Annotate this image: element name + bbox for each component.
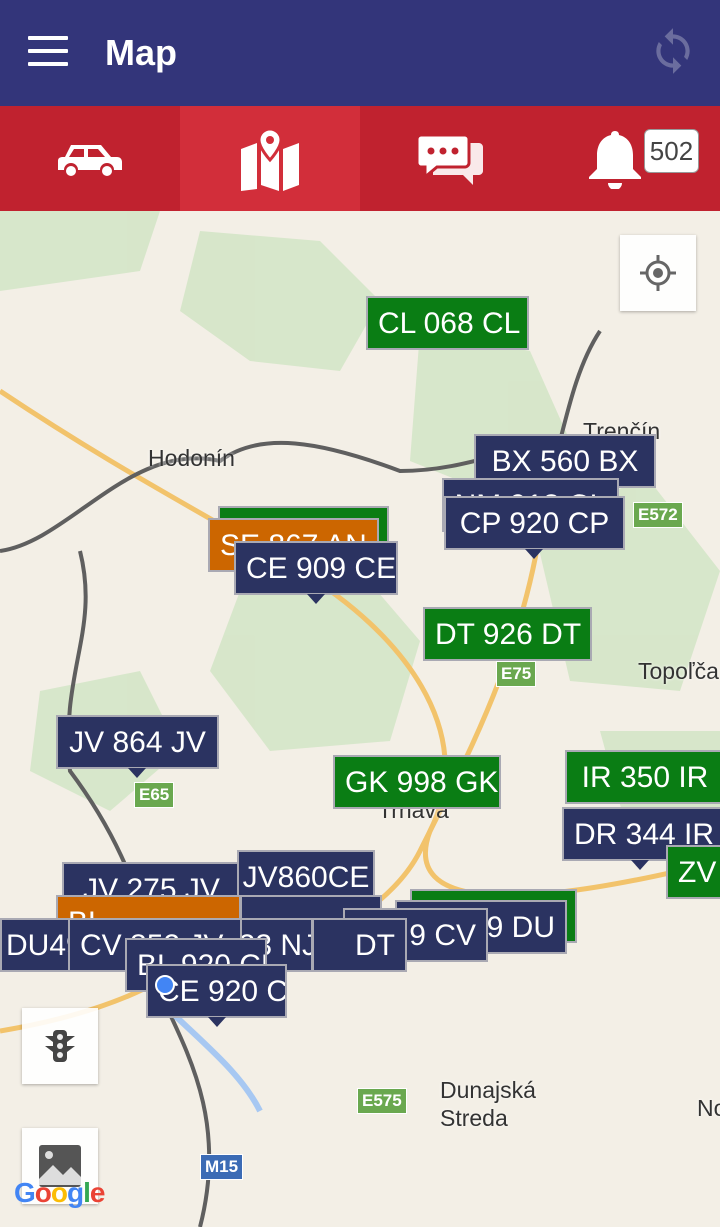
vehicle-marker[interactable]: CE 909 CE — [234, 541, 398, 595]
tab-map[interactable] — [180, 106, 360, 211]
road-shield: E75 — [496, 661, 537, 687]
page-title: Map — [105, 32, 177, 73]
crosshair-icon — [640, 255, 676, 291]
chat-icon — [417, 133, 483, 185]
vehicle-marker[interactable]: CL 068 CL — [366, 296, 529, 350]
tab-bar — [0, 106, 720, 211]
notification-badge: 502 — [644, 129, 699, 173]
traffic-button[interactable] — [22, 1008, 98, 1084]
traffic-light-icon — [45, 1030, 75, 1062]
vehicle-marker[interactable]: GK 998 GK — [333, 755, 501, 809]
place-label: Topoľča — [638, 658, 719, 684]
marker-pointer — [525, 549, 543, 559]
marker-pointer — [208, 1017, 226, 1027]
vehicle-marker[interactable]: ZV — [666, 845, 720, 899]
tab-vehicles[interactable] — [0, 106, 180, 211]
marker-pointer — [128, 768, 146, 778]
bell-icon — [589, 130, 641, 189]
place-label: No — [697, 1095, 720, 1121]
road-shield: E575 — [357, 1088, 407, 1114]
marker-pointer — [631, 860, 649, 870]
vehicle-marker[interactable]: DT 926 DT — [423, 607, 592, 661]
my-location-button[interactable] — [620, 235, 696, 311]
place-label: Dunajská — [440, 1077, 536, 1103]
vehicle-marker[interactable]: CP 920 CP — [444, 496, 625, 550]
vehicle-marker[interactable]: JV 864 JV — [56, 715, 219, 769]
vehicle-marker[interactable]: DT — [312, 918, 407, 972]
refresh-icon[interactable] — [648, 26, 698, 76]
google-logo: Google — [14, 1177, 105, 1208]
place-label: Hodonín — [148, 445, 235, 471]
tab-messages[interactable] — [360, 106, 540, 211]
marker-pointer — [307, 594, 325, 604]
map-pin-icon — [241, 126, 299, 191]
road-shield: E65 — [134, 782, 175, 808]
car-icon — [58, 144, 122, 176]
my-location-dot — [155, 975, 175, 995]
road-shield: E572 — [633, 502, 683, 528]
vehicle-marker[interactable]: IR 350 IR — [565, 750, 720, 804]
map-view[interactable]: Hodonín Trenčín Topoľča Trnava Dunajská … — [0, 211, 720, 1227]
app-bar: Map — [0, 0, 720, 106]
road-shield: M15 — [200, 1154, 244, 1180]
hamburger-icon[interactable] — [28, 36, 68, 66]
place-label: Streda — [440, 1105, 508, 1131]
